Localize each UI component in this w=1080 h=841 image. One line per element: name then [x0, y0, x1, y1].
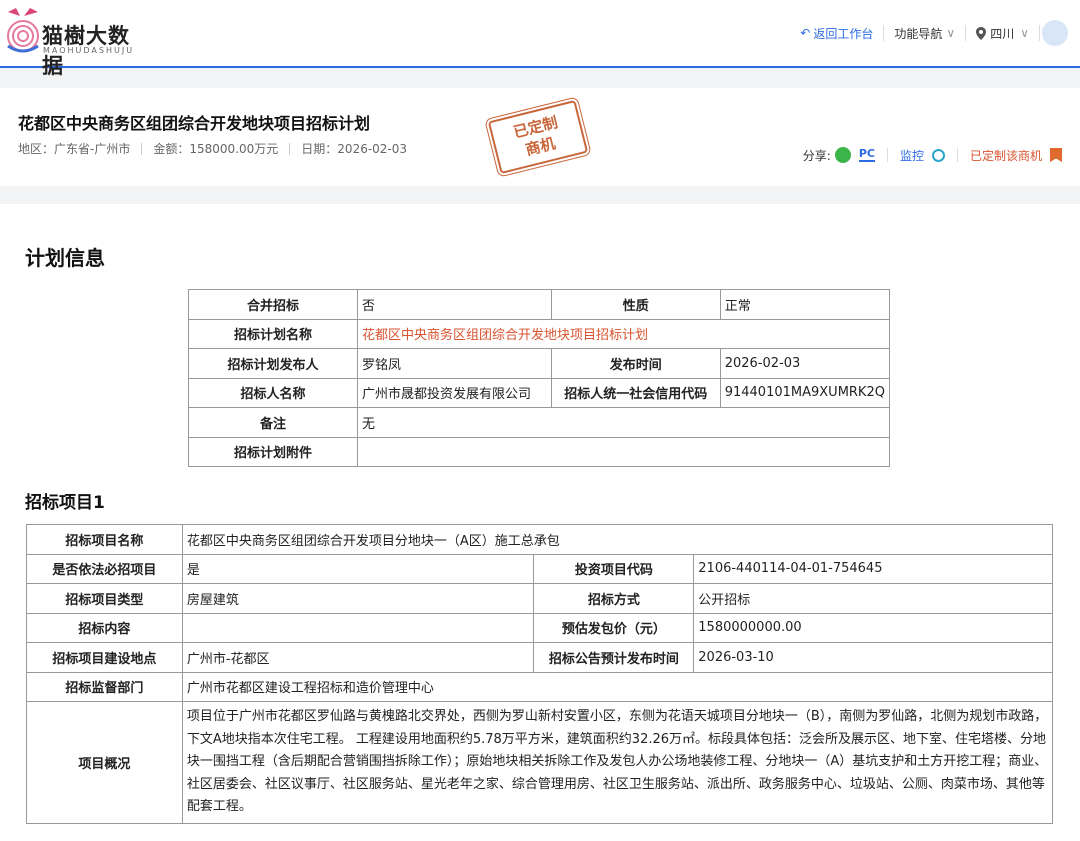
- top-navbar: 猫樹大数据 MAOHUDASHUJU ↶ 返回工作台 功能导航 ∨ 四川 ∨: [0, 0, 1080, 78]
- site-logo[interactable]: 猫樹大数据 MAOHUDASHUJU: [0, 6, 150, 78]
- credit-code-value: 91440101MA9XUMRK2Q: [719, 377, 891, 408]
- back-to-workbench-link[interactable]: ↶ 返回工作台: [790, 25, 885, 41]
- chevron-down-icon: ∨: [946, 26, 956, 40]
- plan-name-link[interactable]: 花都区中央商务区组团综合开发地块项目招标计划: [356, 318, 891, 349]
- table-row: 项目概况 项目位于广州市花都区罗仙路与黄槐路北交界处，西侧为罗山新村安置小区，东…: [26, 701, 1054, 824]
- user-avatar[interactable]: [1042, 20, 1068, 46]
- dept-value: 广州市花都区建设工程招标和造价管理中心: [181, 671, 1054, 702]
- plan-info-table: 合并招标 否 性质 正常 招标计划名称 花都区中央商务区组团综合开发地块项目招标…: [188, 289, 891, 467]
- plan-section-title: 计划信息: [25, 246, 105, 270]
- date-meta-value: 2026-02-03: [337, 141, 408, 156]
- project-meta: 地区： 广东省-广州市 金额： 158000.00万元 日期： 2026-02-…: [18, 140, 407, 157]
- merge-label: 合并招标: [188, 289, 358, 320]
- region-meta-label: 地区：: [18, 142, 55, 156]
- content-label: 招标内容: [26, 612, 183, 643]
- monitor-icon: [931, 148, 945, 162]
- overview-value: 项目位于广州市花都区罗仙路与黄槐路北交界处，西侧为罗山新村安置小区，东侧为花语天…: [181, 701, 1054, 824]
- remark-label: 备注: [188, 407, 358, 438]
- customized-opportunity-button[interactable]: 已定制该商机: [958, 148, 1062, 163]
- pub-time-label: 发布时间: [550, 348, 721, 379]
- divider: [141, 142, 143, 155]
- dept-label: 招标监督部门: [26, 671, 183, 702]
- plan-name-label: 招标计划名称: [188, 318, 358, 349]
- attachment-label: 招标计划附件: [188, 436, 358, 467]
- amount-meta-value: 158000.00万元: [189, 142, 279, 156]
- share-group: 分享: PC: [791, 147, 888, 163]
- location-label: 招标项目建设地点: [26, 642, 183, 673]
- location-pin-icon: [976, 26, 987, 40]
- region-selector[interactable]: 四川 ∨: [966, 25, 1040, 41]
- item-name-label: 招标项目名称: [26, 524, 183, 555]
- table-row: 招标计划发布人 罗铭凤 发布时间 2026-02-03: [188, 348, 891, 379]
- table-row: 招标计划名称 花都区中央商务区组团综合开发地块项目招标计划: [188, 318, 891, 349]
- method-label: 招标方式: [533, 583, 695, 614]
- table-row: 招标项目名称 花都区中央商务区组团综合开发项目分地块一（A区）施工总承包: [26, 524, 1054, 555]
- mandatory-value: 是: [181, 553, 535, 584]
- share-label: 分享:: [802, 148, 831, 163]
- pub-time-value: 2026-02-03: [719, 348, 891, 379]
- attachment-value: [356, 436, 891, 467]
- item-type-label: 招标项目类型: [26, 583, 183, 614]
- back-arrow-icon: ↶: [800, 26, 811, 40]
- monitor-label: 监控: [899, 148, 924, 163]
- notice-time-label: 招标公告预计发布时间: [533, 642, 695, 673]
- nature-value: 正常: [719, 289, 891, 320]
- table-row: 招标项目建设地点 广州市-花都区 招标公告预计发布时间 2026-03-10: [26, 642, 1053, 673]
- invest-code-value: 2106-440114-04-01-754645: [693, 553, 1053, 584]
- table-row: 是否依法必招项目 是 投资项目代码 2106-440114-04-01-7546…: [26, 553, 1053, 584]
- nature-label: 性质: [550, 289, 721, 320]
- logo-subtext: MAOHUDASHUJU: [43, 46, 135, 55]
- function-nav-label: 功能导航: [894, 26, 943, 41]
- merge-value: 否: [356, 289, 552, 320]
- credit-code-label: 招标人统一社会信用代码: [550, 377, 721, 408]
- remark-value: 无: [356, 407, 891, 438]
- project-header-card: 花都区中央商务区组团综合开发地块项目招标计划 地区： 广东省-广州市 金额： 1…: [0, 88, 1080, 186]
- chevron-down-icon: ∨: [1020, 26, 1029, 40]
- monitor-button[interactable]: 监控: [888, 148, 958, 163]
- mandatory-label: 是否依法必招项目: [26, 553, 183, 584]
- tenderer-label: 招标人名称: [188, 377, 358, 408]
- back-label: 返回工作台: [813, 26, 874, 41]
- item-type-value: 房屋建筑: [181, 583, 535, 614]
- invest-code-label: 投资项目代码: [533, 553, 695, 584]
- region-label: 四川: [990, 26, 1015, 41]
- overview-label: 项目概况: [26, 701, 183, 824]
- tender-item-section-title: 招标项目1: [25, 493, 105, 513]
- location-value: 广州市-花都区: [181, 642, 535, 673]
- region-meta-value: 广东省-广州市: [54, 142, 131, 156]
- publisher-label: 招标计划发布人: [188, 348, 358, 379]
- price-label: 预估发包价（元）: [533, 612, 695, 643]
- table-row: 招标项目类型 房屋建筑 招标方式 公开招标: [26, 583, 1053, 614]
- customized-label: 已定制该商机: [969, 148, 1042, 163]
- bookmark-icon: [1050, 148, 1062, 162]
- customized-opportunity-stamp: 已定制 商机: [484, 95, 592, 179]
- main-content: 计划信息 合并招标 否 性质 正常 招标计划名称 花都区中央商务区组团综合开发地…: [0, 204, 1080, 841]
- action-bar: 分享: PC 监控 已定制该商机: [791, 147, 1062, 163]
- table-row: 备注 无: [188, 407, 891, 438]
- page-title: 花都区中央商务区组团综合开发地块项目招标计划: [18, 114, 371, 133]
- notice-time-value: 2026-03-10: [693, 642, 1053, 673]
- publisher-value: 罗铭凤: [356, 348, 552, 379]
- pc-share-icon[interactable]: PC: [858, 148, 875, 162]
- logo-icon: [7, 8, 39, 53]
- table-row: 合并招标 否 性质 正常: [188, 289, 891, 320]
- content-value: [181, 612, 535, 643]
- table-row: 招标监督部门 广州市花都区建设工程招标和造价管理中心: [26, 671, 1054, 702]
- price-value: 1580000000.00: [693, 612, 1053, 643]
- function-nav-dropdown[interactable]: 功能导航 ∨: [884, 25, 967, 41]
- divider: [289, 142, 291, 155]
- amount-meta-label: 金额：: [153, 142, 190, 156]
- table-row: 招标内容 预估发包价（元） 1580000000.00: [26, 612, 1053, 643]
- tender-item-table: 招标项目名称 花都区中央商务区组团综合开发项目分地块一（A区）施工总承包 是否依…: [26, 524, 1054, 824]
- table-row: 招标计划附件: [188, 436, 891, 467]
- top-nav: ↶ 返回工作台 功能导航 ∨ 四川 ∨: [790, 20, 1080, 46]
- date-meta-label: 日期：: [301, 142, 338, 156]
- item-name-value: 花都区中央商务区组团综合开发项目分地块一（A区）施工总承包: [181, 524, 1054, 555]
- tenderer-value: 广州市晟都投资发展有限公司: [356, 377, 552, 408]
- table-row: 招标人名称 广州市晟都投资发展有限公司 招标人统一社会信用代码 91440101…: [188, 377, 891, 408]
- wechat-share-icon[interactable]: [834, 147, 851, 163]
- method-value: 公开招标: [693, 583, 1053, 614]
